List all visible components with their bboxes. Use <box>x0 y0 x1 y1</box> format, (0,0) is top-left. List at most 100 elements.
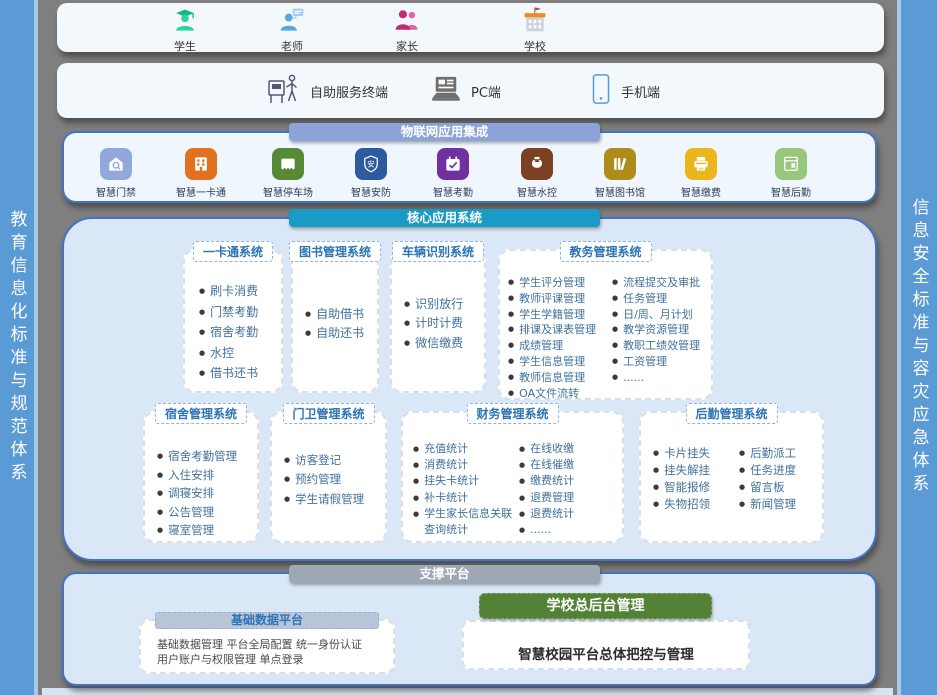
list-item: ●工资管理 <box>612 354 709 370</box>
list-item: ●成绩管理 <box>508 338 608 354</box>
list-item-label: 智能报修 <box>664 479 710 496</box>
list-item-label: 补卡统计 <box>424 490 468 506</box>
smart-campus-architecture-diagram: 教育信息化标准与规范体系 信息安全标准与容灾应急体系 学生 老师 家长 <box>0 0 937 695</box>
bullet-dot: ● <box>508 322 514 338</box>
list-item-label: 在线催缴 <box>530 457 574 473</box>
right-standard-bar: 信息安全标准与容灾应急体系 <box>897 0 937 695</box>
payment-pos-icon <box>685 148 717 180</box>
teacher-icon <box>279 7 305 37</box>
bullet-dot: ● <box>612 322 618 338</box>
user-school: 学校 <box>500 7 570 54</box>
list-item-label: 日/周、月计划 <box>623 307 693 323</box>
bullet-dot: ● <box>653 496 659 513</box>
list-item-label: 微信缴费 <box>415 334 463 354</box>
bullet-dot: ● <box>284 490 290 510</box>
list-item: ●新闻管理 <box>739 496 820 513</box>
system-title: 门卫管理系统 <box>282 403 374 424</box>
bullet-dot: ● <box>413 506 419 522</box>
list-item-label: OA文件流转 <box>519 386 579 402</box>
bullet-dot: ● <box>413 457 419 473</box>
iot-library: 智慧图书馆 <box>583 148 657 199</box>
list-item: ●宿舍考勤 <box>199 322 277 343</box>
list-item: ●任务管理 <box>612 291 709 307</box>
list-item-label: 自助还书 <box>316 324 364 344</box>
list-item: ● 日/周、月计划 <box>612 307 709 323</box>
bullet-dot: ● <box>612 307 618 323</box>
list-item: ●智能报修 <box>653 479 733 496</box>
terminal-kiosk: 自助服务终端 <box>265 71 388 111</box>
list-item: ●调寝安排 <box>157 484 253 503</box>
list-item: ●充值统计 <box>413 441 515 457</box>
right-standard-label: 信息安全标准与容灾应急体系 <box>907 198 932 497</box>
list-item: ●教师评课管理 <box>508 291 608 307</box>
user-label: 学生 <box>174 38 196 54</box>
list-item: ●OA文件流转 <box>508 386 608 402</box>
terminal-mobile: 手机端 <box>590 71 660 111</box>
list-item-label: 预约管理 <box>295 470 341 490</box>
list-item-label: 学生信息管理 <box>519 354 585 370</box>
list-item: ●自助还书 <box>305 324 373 344</box>
list-item-label: 刷卡消费 <box>210 281 258 302</box>
list-item-label: 成绩管理 <box>519 338 563 354</box>
list-item: ●预约管理 <box>284 470 381 490</box>
iot-onecard: 智慧一卡通 <box>164 148 238 199</box>
list-item-label: ...... <box>530 522 551 538</box>
list-item-label: 识别放行 <box>415 295 463 315</box>
bullet-dot: ● <box>413 473 419 489</box>
system-item-list: ●学生评分管理●教师评课管理●学生学籍管理●排课及课表管理●成绩管理●学生信息管… <box>500 251 610 398</box>
list-item: ●后勤派工 <box>739 445 820 462</box>
terminal-label: PC端 <box>471 82 501 101</box>
school-admin-desc: 智慧校园平台总体把控与管理 <box>464 622 748 663</box>
iot-label: 智慧安防 <box>351 184 391 199</box>
list-item-label: 失物招领 <box>664 496 710 513</box>
base-platform-line: 基础数据管理 平台全局配置 统一身份认证 <box>157 637 393 652</box>
system-logistics: 后勤管理系统 ●卡片挂失●挂失解挂●智能报修●失物招领 ●后勤派工●任务进度●留… <box>639 411 824 543</box>
library-books-icon <box>604 148 636 180</box>
system-item-list: ●卡片挂失●挂失解挂●智能报修●失物招领 <box>641 413 735 541</box>
user-label: 家长 <box>396 38 418 54</box>
iot-label: 智慧门禁 <box>96 184 136 199</box>
list-item-label: 计时计费 <box>415 314 463 334</box>
list-item: ●缴费统计 <box>519 473 620 489</box>
list-item: ●寝室管理 <box>157 521 253 540</box>
list-item: ●教师信息管理 <box>508 370 608 386</box>
parking-icon <box>272 148 304 180</box>
list-item-label: 挂失解挂 <box>664 462 710 479</box>
user-label: 学校 <box>524 38 546 54</box>
list-item-label: 挂失卡统计 <box>424 473 479 489</box>
users-panel: 学生 老师 家长 学校 <box>57 3 884 52</box>
terminal-label: 自助服务终端 <box>310 82 388 101</box>
bullet-dot: ● <box>157 466 163 485</box>
list-item-label: 学生评分管理 <box>519 275 585 291</box>
user-teacher: 老师 <box>257 7 327 54</box>
list-item: ●学生请假管理 <box>284 490 381 510</box>
list-item: ●在线催缴 <box>519 457 620 473</box>
list-item: ●教学资源管理 <box>612 322 709 338</box>
base-data-platform-title: 基础数据平台 <box>155 612 379 629</box>
list-item: ●学生评分管理 <box>508 275 608 291</box>
iot-payment: 智慧缴费 <box>664 148 738 199</box>
iot-section-header: 物联网应用集成 <box>289 123 600 141</box>
list-item-label: 寝室管理 <box>168 521 214 540</box>
list-item-label: 后勤派工 <box>750 445 796 462</box>
list-item: ●入住安排 <box>157 466 253 485</box>
system-item-list: ●流程提交及审批●任务管理●日/周、月计划●教学资源管理●教职工绩效管理●工资管… <box>610 251 711 398</box>
list-item-label: 门禁考勤 <box>210 302 258 323</box>
school-admin-header: 学校总后台管理 <box>479 593 712 619</box>
list-item: ●任务进度 <box>739 462 820 479</box>
bullet-dot: ● <box>519 506 525 522</box>
attendance-calendar-icon <box>437 148 469 180</box>
system-title: 车辆识别系统 <box>392 241 484 262</box>
iot-label: 智慧停车场 <box>263 184 313 199</box>
list-item-label: 退费管理 <box>530 490 574 506</box>
left-standard-bar: 教育信息化标准与规范体系 <box>0 0 38 695</box>
list-item-label: 流程提交及审批 <box>623 275 700 291</box>
list-item: ●退费管理 <box>519 490 620 506</box>
terminals-panel: 自助服务终端 PC端 手机端 <box>57 63 884 118</box>
bullet-dot: ● <box>157 447 163 466</box>
list-item: ●自助借书 <box>305 305 373 325</box>
bullet-dot: ● <box>284 470 290 490</box>
iot-parking: 智慧停车场 <box>251 148 325 199</box>
list-item-label: 公告管理 <box>168 503 214 522</box>
list-item: ●留言板 <box>739 479 820 496</box>
